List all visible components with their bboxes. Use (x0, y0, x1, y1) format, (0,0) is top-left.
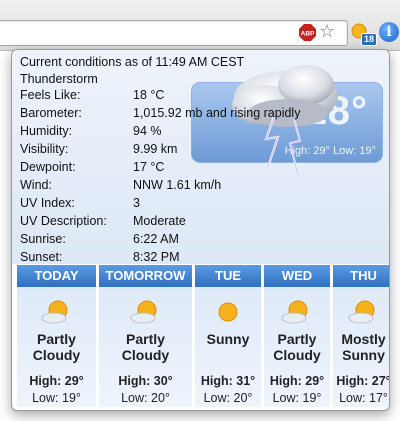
forecast-day-name: TUE (195, 265, 261, 287)
sunset-label: Sunset: (20, 250, 63, 264)
forecast-day-thu: THU Mostly Sunny High: 27° Low: 17° (333, 265, 390, 407)
forecast-day-today: TODAY Partly Cloudy High: 29° Low: 19° (17, 265, 96, 407)
forecast-high: High: 27° (336, 374, 390, 388)
dewpoint-label: Dewpoint: (20, 160, 76, 174)
barometer-value: 1,015.92 mb and rising rapidly (133, 106, 301, 120)
humidity-value: 94 % (133, 124, 162, 138)
feels-like-value: 18 °C (133, 88, 165, 102)
forecast-day-tomorrow: TOMORROW Partly Cloudy High: 30° Low: 20… (99, 265, 192, 407)
forecast-low: Low: 17° (339, 391, 388, 405)
forecast-day-name: THU (333, 265, 389, 287)
feels-like-label: Feels Like: (20, 88, 81, 102)
forecast-day-name: TODAY (17, 265, 96, 287)
forecast-condition: Partly Cloudy (17, 331, 96, 363)
browser-toolbar: ABP ☆ 18 i (0, 0, 400, 51)
partly-cloudy-icon (41, 300, 67, 324)
forecast-condition: Partly Cloudy (264, 331, 330, 363)
forecast-day-name: WED (264, 265, 330, 287)
high-low-temps: High: 29° Low: 19° (284, 145, 376, 157)
forecast-day-wed: WED Partly Cloudy High: 29° Low: 19° (264, 265, 330, 407)
forecast-condition-line1: Mostly (341, 331, 386, 347)
current-temperature: 18° (304, 89, 368, 133)
humidity-label: Humidity: (20, 124, 73, 138)
forecast-condition-line1: Partly (37, 331, 76, 347)
extension-badge: 18 (361, 33, 377, 46)
uv-description-value: Moderate (133, 214, 186, 228)
partly-cloudy-icon (130, 300, 156, 324)
sunset-value: 8:32 PM (133, 250, 180, 264)
forecast-low: Low: 19° (272, 391, 322, 405)
wind-value: NNW 1.61 km/h (133, 178, 222, 192)
info-icon[interactable]: i (379, 22, 399, 42)
forecast-high: High: 30° (118, 374, 173, 388)
forecast-high: High: 31° (200, 374, 256, 388)
barometer-label: Barometer: (20, 106, 82, 120)
forecast-condition-line2: Cloudy (273, 347, 321, 363)
visibility-value: 9.99 km (133, 142, 178, 156)
forecast-high: High: 29° (29, 374, 84, 388)
temperature-box: 18° High: 29° Low: 19° (191, 82, 383, 163)
visibility-label: Visibility: (20, 142, 69, 156)
weather-popup: Current conditions as of 11:49 AM CEST T… (11, 49, 390, 411)
partly-cloudy-icon (348, 300, 374, 324)
partly-cloudy-icon (281, 300, 308, 324)
conditions-timestamp: Current conditions as of 11:49 AM CEST (20, 55, 245, 69)
forecast-condition: Partly Cloudy (99, 331, 192, 363)
forecast-condition: Mostly Sunny (333, 331, 389, 363)
forecast-high: High: 29° (269, 374, 325, 388)
forecast-condition-line2: Cloudy (32, 347, 81, 363)
forecast-condition-line1: Partly (277, 331, 317, 347)
sunrise-label: Sunrise: (20, 232, 66, 246)
bookmark-star-icon[interactable]: ☆ (319, 22, 335, 40)
sun-icon (218, 302, 238, 322)
uv-index-label: UV Index: (20, 196, 75, 210)
forecast-condition-line2: Cloudy (121, 347, 170, 363)
forecast-condition: Sunny (195, 331, 261, 347)
adblock-icon[interactable]: ABP (299, 24, 316, 41)
forecast-low: Low: 20° (121, 391, 170, 405)
forecast-low: Low: 19° (32, 391, 81, 405)
forecast-condition-line2: Sunny (342, 347, 385, 363)
forecast-day-tue: TUE Sunny High: 31° Low: 20° (195, 265, 261, 407)
uv-index-value: 3 (133, 196, 140, 210)
forecast-strip: TODAY Partly Cloudy High: 29° Low: 19° T… (17, 265, 389, 407)
forecast-low: Low: 20° (203, 391, 253, 405)
current-condition: Thunderstorm (20, 72, 98, 86)
forecast-condition-line1: Sunny (206, 331, 250, 347)
sunrise-value: 6:22 AM (133, 232, 179, 246)
dewpoint-value: 17 °C (133, 160, 165, 174)
uv-description-label: UV Description: (20, 214, 107, 228)
forecast-day-name: TOMORROW (99, 265, 192, 287)
adblock-label: ABP (301, 31, 315, 38)
address-bar[interactable] (0, 20, 348, 46)
wind-label: Wind: (20, 178, 52, 192)
forecast-condition-line1: Partly (126, 331, 165, 347)
current-conditions: Current conditions as of 11:49 AM CEST T… (12, 50, 389, 264)
